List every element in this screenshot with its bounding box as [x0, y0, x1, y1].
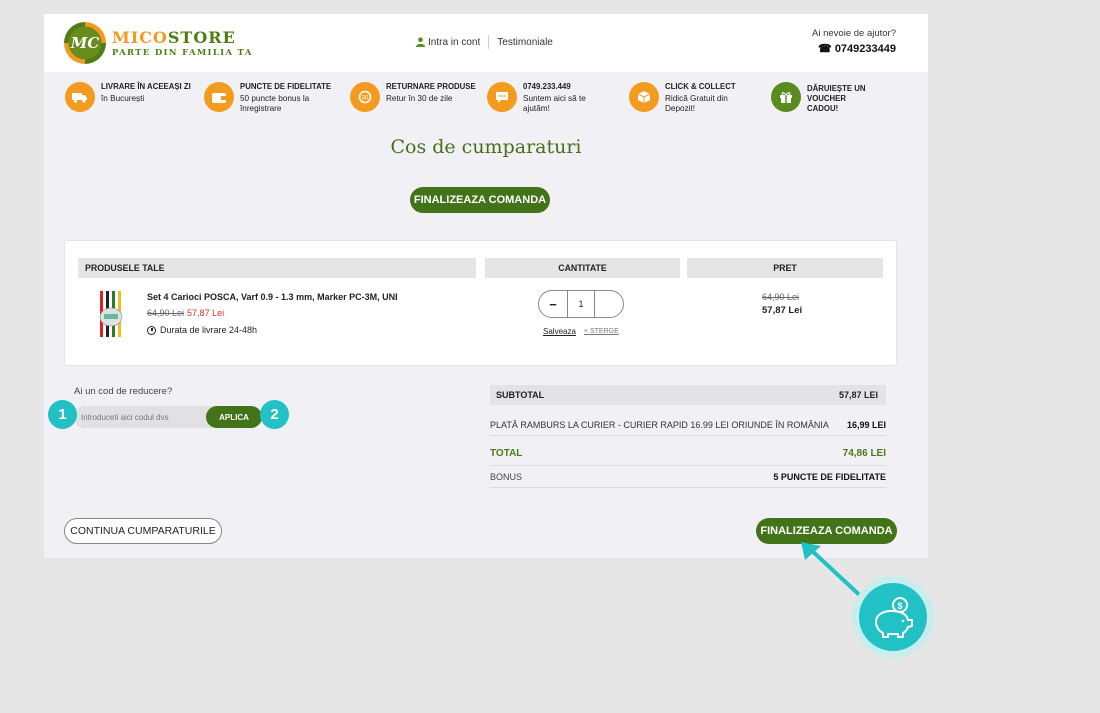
- box-icon: [629, 82, 659, 112]
- decrement-button[interactable]: −: [539, 297, 567, 312]
- piggy-bank-badge: $: [852, 576, 934, 658]
- wallet-icon: [204, 82, 234, 112]
- col-header-price: PRET: [687, 258, 883, 278]
- truck-icon: [65, 82, 95, 112]
- cart-table: PRODUSELE TALE CANTITATE PRET Set 4 Cari…: [64, 240, 897, 366]
- divider: [488, 35, 490, 49]
- product-name[interactable]: Set 4 Carioci POSCA, Varf 0.9 - 1.3 mm, …: [147, 292, 398, 302]
- total-row: TOTAL 74,86 LEI: [490, 442, 886, 466]
- quantity-stepper: − 1: [538, 290, 624, 318]
- apply-coupon-button[interactable]: APLICA: [206, 406, 262, 428]
- help-box: Ai nevoie de ajutor? ☎ 0749233449: [812, 28, 896, 55]
- site-logo[interactable]: MC MICOSTORE PARTE DIN FAMILIA TA: [64, 22, 253, 64]
- help-phone[interactable]: ☎ 0749233449: [812, 42, 896, 55]
- benefit-voucher[interactable]: DĂRUIEȘTE UN VOUCHER CADOU!: [771, 82, 877, 116]
- gift-icon: [771, 82, 801, 112]
- item-old-price: 64,90 Lei: [762, 292, 800, 302]
- page-title: Cos de cumparaturi: [390, 136, 582, 158]
- col-header-products: PRODUSELE TALE: [78, 258, 476, 278]
- item-current-price: 57,87 Lei: [762, 305, 803, 316]
- logo-name: MICOSTORE: [112, 28, 236, 47]
- testimonials-link[interactable]: Testimoniale: [497, 37, 553, 48]
- phone-icon: ☎: [818, 43, 835, 55]
- delete-link[interactable]: × STERGE: [584, 328, 619, 335]
- benefit-fidelity[interactable]: PUNCTE DE FIDELITATE 50 puncte bonus la î…: [204, 82, 331, 114]
- col-header-quantity: CANTITATE: [485, 258, 680, 278]
- subtotal-row: SUBTOTAL 57,87 LEI: [490, 385, 886, 405]
- svg-text:30: 30: [362, 96, 369, 102]
- site-header: MC MICOSTORE PARTE DIN FAMILIA TA Intra …: [44, 14, 928, 72]
- help-question: Ai nevoie de ajutor?: [812, 28, 896, 39]
- return-icon: 30: [350, 82, 380, 112]
- annotation-badge-1: 1: [48, 400, 77, 429]
- benefits-bar: LIVRARE ÎN ACEEAȘI ZI în București PUNCTE…: [44, 72, 928, 126]
- item-price: 64,90 Lei 57,87 Lei: [762, 292, 802, 316]
- benefit-same-day[interactable]: LIVRARE ÎN ACEEAȘI ZI în București: [65, 82, 191, 112]
- product-price: 64,90 Lei 57,87 Lei: [147, 308, 225, 318]
- benefit-phone[interactable]: 0749.233.449 Suntem aici să te ajutăm!: [487, 82, 595, 114]
- clock-icon: [147, 325, 156, 335]
- user-icon: [416, 37, 425, 47]
- continue-shopping-button[interactable]: CONTINUA CUMPARATURILE: [64, 518, 222, 544]
- checkout-button-top[interactable]: FINALIZEAZA COMANDA: [410, 187, 550, 213]
- svg-text:$: $: [897, 601, 902, 611]
- logo-tagline: PARTE DIN FAMILIA TA: [112, 48, 253, 58]
- coupon-label: Ai un cod de reducere?: [74, 386, 173, 397]
- login-link[interactable]: Intra in cont: [428, 37, 480, 48]
- annotation-badge-2: 2: [260, 400, 289, 429]
- delivery-time: Durata de livrare 24-48h: [147, 325, 257, 335]
- page-container: MC MICOSTORE PARTE DIN FAMILIA TA Intra …: [44, 14, 928, 558]
- product-image[interactable]: [95, 289, 127, 343]
- benefit-click-collect[interactable]: CLICK & COLLECT Ridică Gratuit din Depozi…: [629, 82, 737, 114]
- chat-icon: [487, 82, 517, 112]
- piggy-bank-icon: $: [875, 597, 913, 638]
- quantity-input[interactable]: 1: [567, 291, 595, 317]
- benefit-return[interactable]: 30 RETURNARE PRODUSE Retur în 30 de zile: [350, 82, 476, 112]
- shipping-row: PLATĂ RAMBURS LA CURIER - CURIER RAPID 1…: [490, 414, 886, 436]
- header-links: Intra in cont Testimoniale: [416, 35, 553, 49]
- item-actions: Salveaza × STERGE: [543, 327, 619, 336]
- logo-mark: MC: [64, 22, 106, 64]
- save-link[interactable]: Salveaza: [543, 327, 576, 336]
- bonus-row: BONUS 5 PUNCTE DE FIDELITATE: [490, 466, 886, 488]
